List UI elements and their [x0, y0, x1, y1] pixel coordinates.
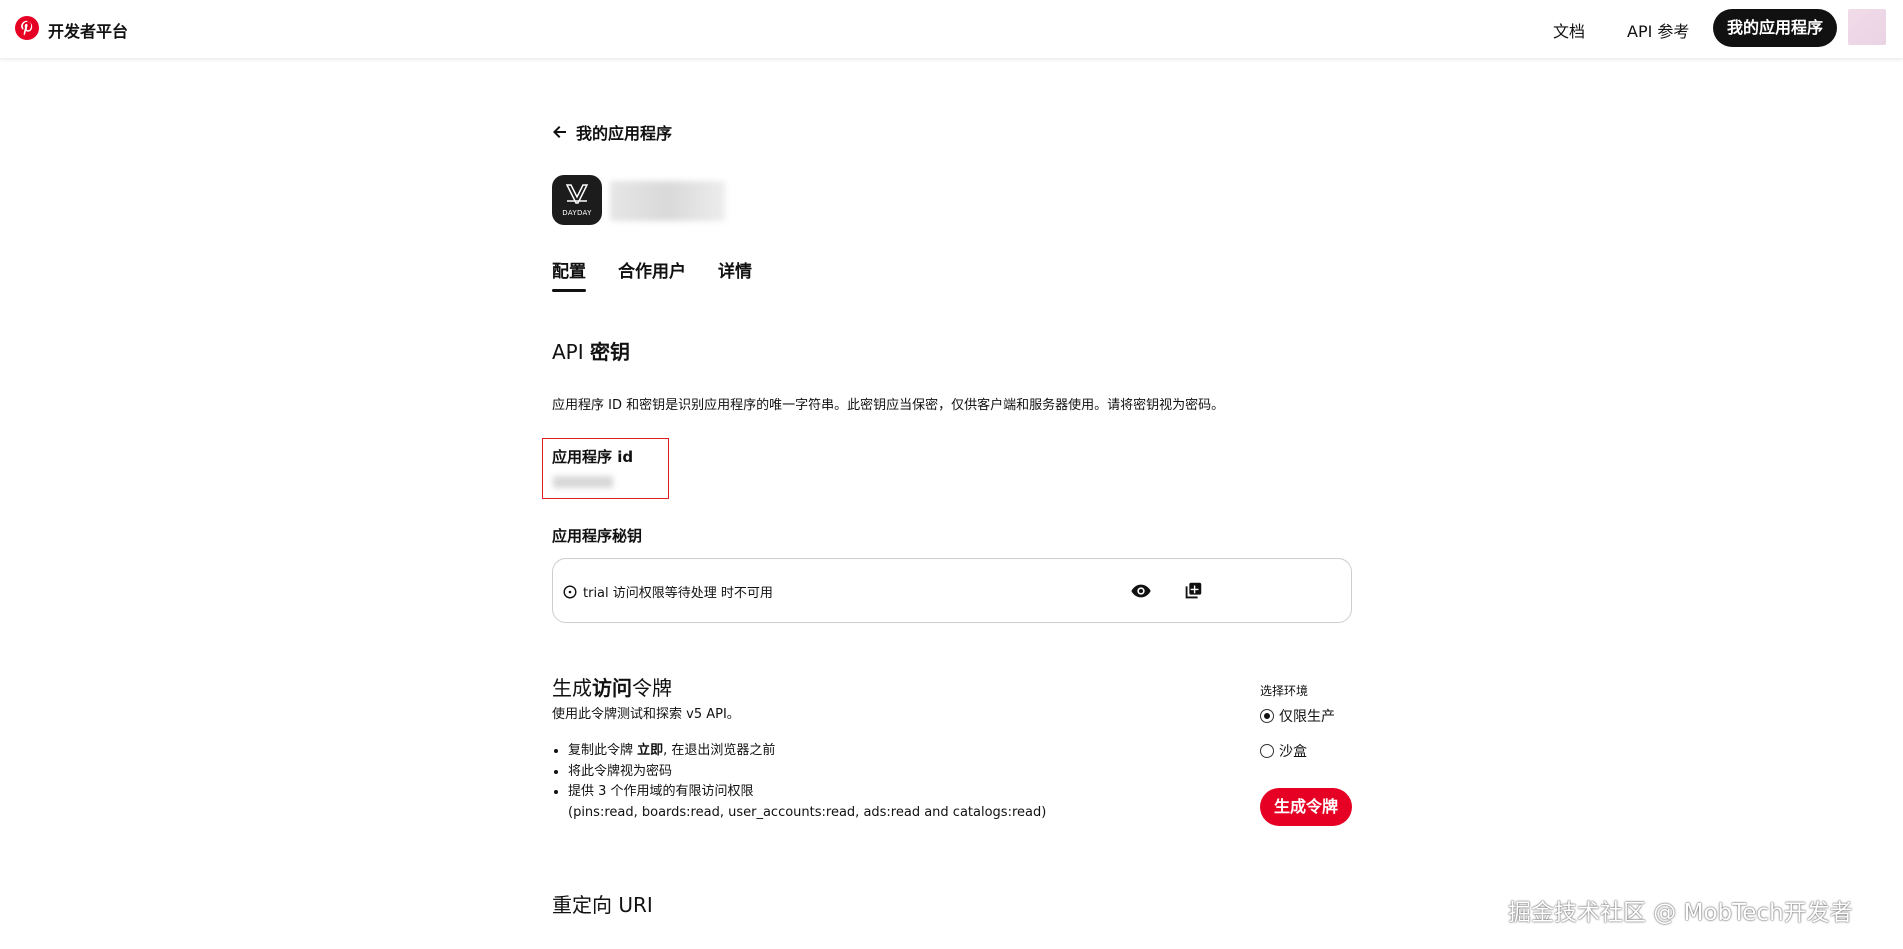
app-icon-label: DAYDAY: [562, 209, 592, 217]
env-option-production-label: 仅限生产: [1279, 709, 1335, 725]
generate-token-title-prefix: 生成: [552, 676, 592, 700]
top-header: 开发者平台 文档 API 参考 我的应用程序: [0, 0, 1903, 59]
redirect-uri-title: 重定向 URI: [552, 893, 653, 917]
env-option-production[interactable]: 仅限生产: [1260, 706, 1335, 726]
app-id-label: 应用程序 id: [552, 448, 634, 466]
back-link-label: 我的应用程序: [576, 124, 673, 143]
radio-checked-icon[interactable]: [1260, 709, 1274, 723]
bullet3-text: 提供 3 个作用域的有限访问权限: [568, 784, 754, 799]
app-secret-status: trial 访问权限等待处理 时不可用: [563, 582, 773, 601]
api-keys-description: 应用程序 ID 和密钥是识别应用程序的唯一字符串。此密钥应当保密，仅供客户端和服…: [552, 398, 1225, 413]
generate-token-subtitle: 使用此令牌测试和探索 v5 API。: [552, 707, 740, 722]
nav-my-apps-button[interactable]: 我的应用程序: [1713, 9, 1838, 47]
generate-token-title-bold: 访问: [592, 676, 632, 700]
bullet1-suffix: , 在退出浏览器之前: [663, 743, 776, 758]
generate-token-title: 生成访问令牌: [552, 672, 672, 701]
radio-unchecked-icon[interactable]: [1260, 744, 1274, 758]
environment-label: 选择环境: [1260, 684, 1309, 698]
watermark-text: 掘金技术社区 @ MobTech开发者: [1508, 900, 1853, 926]
brand-title[interactable]: 开发者平台: [48, 18, 128, 42]
app-secret-field: trial 访问权限等待处理 时不可用: [552, 558, 1352, 623]
pinterest-logo-icon[interactable]: [15, 16, 39, 40]
tab-details[interactable]: 详情: [718, 257, 752, 292]
show-secret-button[interactable]: [1128, 578, 1154, 604]
tab-config[interactable]: 配置: [552, 257, 586, 292]
generate-token-title-suffix: 令牌: [632, 676, 672, 700]
avatar[interactable]: [1848, 9, 1886, 45]
api-keys-title: API 密钥: [552, 336, 630, 365]
eye-icon: [1131, 584, 1151, 598]
api-keys-title-bold: 密钥: [590, 340, 630, 364]
tab-collaborators[interactable]: 合作用户: [618, 257, 686, 292]
back-to-my-apps-link[interactable]: 我的应用程序: [552, 120, 672, 144]
copy-icon: [1185, 582, 1202, 599]
generate-token-button[interactable]: 生成令牌: [1260, 788, 1352, 826]
nav-docs-link[interactable]: 文档: [1553, 18, 1585, 42]
env-option-sandbox[interactable]: 沙盒: [1260, 741, 1307, 761]
list-item: 提供 3 个作用域的有限访问权限 (pins:read, boards:read…: [568, 782, 1046, 823]
app-secret-label: 应用程序秘钥: [552, 527, 643, 545]
clock-icon: [563, 584, 577, 599]
bullet1-bold: 立即: [637, 743, 664, 758]
app-logo-mark-icon: [565, 184, 589, 204]
app-icon: DAYDAY: [552, 175, 602, 225]
bullet1-prefix: 复制此令牌: [568, 743, 638, 758]
nav-api-reference-link[interactable]: API 参考: [1627, 18, 1689, 42]
list-item: 将此令牌视为密码: [568, 762, 1046, 783]
list-item: 复制此令牌 立即, 在退出浏览器之前: [568, 741, 1046, 762]
arrow-left-icon: [553, 126, 566, 138]
env-option-sandbox-label: 沙盒: [1279, 744, 1307, 760]
app-name-redacted: [610, 181, 725, 221]
app-secret-status-text: trial 访问权限等待处理 时不可用: [583, 586, 773, 601]
app-tabs: 配置 合作用户 详情: [552, 257, 752, 292]
scopes-text: (pins:read, boards:read, user_accounts:r…: [568, 804, 1047, 820]
api-keys-title-prefix: API: [552, 340, 590, 364]
app-id-value-redacted[interactable]: [553, 476, 613, 488]
copy-secret-button[interactable]: [1180, 578, 1206, 604]
token-notes-list: 复制此令牌 立即, 在退出浏览器之前 将此令牌视为密码 提供 3 个作用域的有限…: [552, 741, 1046, 823]
